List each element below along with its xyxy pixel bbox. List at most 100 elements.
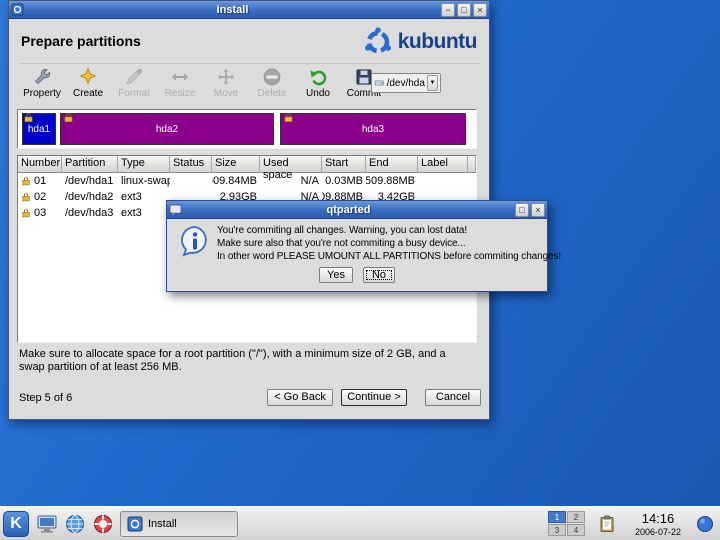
- yes-button[interactable]: Yes: [319, 267, 353, 283]
- cell-filler: [468, 173, 476, 189]
- cell-number: 03: [34, 207, 46, 219]
- undo-button[interactable]: Undo: [295, 67, 341, 99]
- desktop: Install − □ × Prepare partitions kubuntu…: [0, 0, 720, 540]
- cell-used-space: N/A: [260, 173, 322, 189]
- tray-ball-icon[interactable]: [696, 515, 714, 533]
- cancel-button[interactable]: Cancel: [425, 389, 481, 406]
- lock-icon: [283, 112, 294, 123]
- cell-size: 509.84MB: [212, 173, 260, 189]
- move-button: Move: [203, 67, 249, 99]
- maximize-icon[interactable]: □: [457, 3, 471, 17]
- device-selector-value: /dev/hda: [387, 78, 425, 89]
- resize-icon: [170, 67, 190, 87]
- delete-button: Delete: [249, 67, 295, 99]
- lock-icon: [21, 208, 31, 218]
- dialog-title: qtparted: [184, 204, 513, 216]
- cell-partition: /dev/hda2: [62, 189, 118, 205]
- dialog-line: You're commiting all changes. Warning, y…: [217, 224, 561, 237]
- help-button[interactable]: [90, 511, 116, 537]
- new-partition-icon: [78, 67, 98, 87]
- column-header[interactable]: Number: [18, 156, 62, 173]
- undo-icon: [308, 67, 328, 87]
- pager-desktop-1[interactable]: 1: [548, 511, 566, 523]
- toolbar-label: Resize: [165, 88, 196, 99]
- column-header[interactable]: Partition: [62, 156, 118, 173]
- device-selector[interactable]: /dev/hda ▼: [371, 73, 441, 93]
- column-header[interactable]: Used space: [260, 156, 322, 173]
- toolbar-label: Create: [73, 88, 103, 99]
- harddisk-icon: [374, 76, 385, 90]
- toolbar-label: Move: [214, 88, 238, 99]
- column-header[interactable]: Size: [212, 156, 260, 173]
- format-icon: [124, 67, 144, 87]
- cell-type: ext3: [118, 205, 170, 221]
- cell-type: linux-swap: [118, 173, 170, 189]
- clock-date: 2006-07-22: [626, 527, 690, 537]
- close-icon[interactable]: ×: [473, 3, 487, 17]
- toolbar-label: Property: [23, 88, 61, 99]
- kmenu-button[interactable]: K: [3, 511, 29, 537]
- column-header[interactable]: Start: [322, 156, 366, 173]
- column-header[interactable]: Status: [170, 156, 212, 173]
- column-header[interactable]: End: [366, 156, 418, 173]
- pager-desktop-2[interactable]: 2: [567, 511, 585, 523]
- dialog-line: In other word PLEASE UMOUNT ALL PARTITIO…: [217, 250, 561, 263]
- close-icon[interactable]: ×: [531, 203, 545, 217]
- install-task-icon: [127, 516, 143, 532]
- cell-type: ext3: [118, 189, 170, 205]
- shade-icon[interactable]: □: [515, 203, 529, 217]
- kubuntu-logo-text: kubuntu: [398, 30, 477, 54]
- lock-icon: [63, 112, 74, 123]
- dialog-line: Make sure also that you're not commiting…: [217, 237, 561, 250]
- partition-segment-hda3[interactable]: hda3: [280, 113, 466, 145]
- pager-desktop-4[interactable]: 4: [567, 524, 585, 536]
- cell-start: 0.03MB: [322, 173, 366, 189]
- cell-number: 01: [34, 175, 46, 187]
- table-header: Number Partition Type Status Size Used s…: [18, 156, 476, 173]
- resize-button: Resize: [157, 67, 203, 99]
- table-row[interactable]: 01 /dev/hda1 linux-swap 509.84MB N/A 0.0…: [18, 173, 476, 189]
- cell-number: 02: [34, 191, 46, 203]
- column-header[interactable]: Label: [418, 156, 468, 173]
- chevron-down-icon[interactable]: ▼: [427, 75, 438, 91]
- column-header[interactable]: Type: [118, 156, 170, 173]
- format-button: Format: [111, 67, 157, 99]
- taskbar-task-install[interactable]: Install: [120, 511, 238, 537]
- create-button[interactable]: Create: [65, 67, 111, 99]
- klipper-icon[interactable]: [598, 515, 616, 533]
- move-icon: [216, 67, 236, 87]
- lock-icon: [21, 176, 31, 186]
- cell-status: [170, 173, 212, 189]
- partition-bar: hda1 hda2 hda3: [17, 109, 477, 149]
- panel-clock[interactable]: 14:16 2006-07-22: [626, 511, 690, 537]
- window-titlebar[interactable]: Install − □ ×: [9, 1, 489, 19]
- kicker-panel: K Install 1 2 3 4 14:16 2006-07-22: [0, 506, 720, 540]
- lock-icon: [21, 192, 31, 202]
- window-icon: [11, 3, 24, 16]
- web-browser-button[interactable]: [62, 511, 88, 537]
- property-button[interactable]: Property: [19, 67, 65, 99]
- delete-icon: [262, 67, 282, 87]
- kubuntu-logo: kubuntu: [363, 27, 477, 57]
- no-button[interactable]: No: [363, 267, 395, 283]
- show-desktop-button[interactable]: [34, 511, 60, 537]
- qtparted-dialog: qtparted □ × You're commiting all change…: [166, 200, 548, 292]
- dialog-titlebar[interactable]: qtparted □ ×: [167, 201, 547, 219]
- pager-desktop-3[interactable]: 3: [548, 524, 566, 536]
- toolbar-label: Format: [118, 88, 150, 99]
- partition-segment-hda2[interactable]: hda2: [60, 113, 274, 145]
- toolbar-label: Undo: [306, 88, 330, 99]
- cell-label: [418, 173, 468, 189]
- step-indicator: Step 5 of 6: [19, 392, 72, 404]
- cell-partition: /dev/hda3: [62, 205, 118, 221]
- continue-button[interactable]: Continue >: [341, 389, 407, 406]
- go-back-button[interactable]: < Go Back: [267, 389, 333, 406]
- info-icon: [179, 225, 211, 257]
- minimize-icon[interactable]: −: [441, 3, 455, 17]
- desktop-pager: 1 2 3 4: [548, 511, 585, 536]
- partition-note: Make sure to allocate space for a root p…: [19, 348, 471, 373]
- cell-end: 509.88MB: [366, 173, 418, 189]
- toolbar-label: Delete: [258, 88, 287, 99]
- kubuntu-logo-icon: [363, 27, 393, 57]
- cell-partition: /dev/hda1: [62, 173, 118, 189]
